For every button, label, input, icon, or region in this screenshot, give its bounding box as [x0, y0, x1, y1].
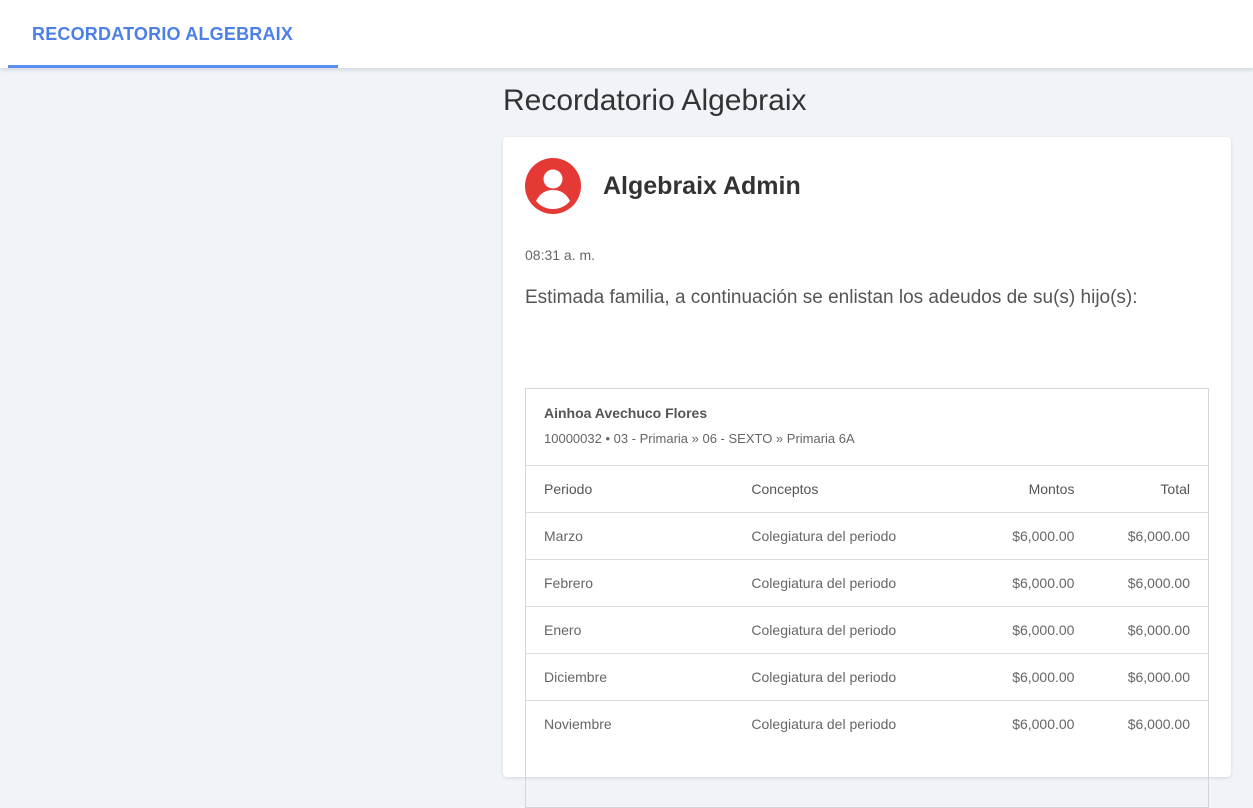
- cell-monto: $6,000.00: [955, 606, 1075, 654]
- cell-concepto: Colegiatura del periodo: [751, 559, 956, 607]
- cell-periodo: Diciembre: [526, 653, 752, 701]
- cell-concepto: Colegiatura del periodo: [751, 700, 956, 747]
- cell-total: $6,000.00: [1074, 700, 1208, 747]
- table-header-row: Periodo Conceptos Montos Total: [526, 465, 1208, 513]
- header-periodo: Periodo: [526, 465, 752, 513]
- student-info: 10000032 • 03 - Primaria » 06 - SEXTO » …: [544, 431, 855, 446]
- table-row: Marzo Colegiatura del periodo $6,000.00 …: [526, 512, 1208, 560]
- cell-monto: $6,000.00: [955, 512, 1075, 560]
- table-row: Noviembre Colegiatura del periodo $6,000…: [526, 700, 1208, 747]
- table-row: Enero Colegiatura del periodo $6,000.00 …: [526, 606, 1208, 654]
- cell-monto: $6,000.00: [955, 700, 1075, 747]
- cell-monto: $6,000.00: [955, 653, 1075, 701]
- top-bar: RECORDATORIO ALGEBRAIX: [0, 0, 1253, 68]
- sender-name: Algebraix Admin: [603, 172, 801, 200]
- header-conceptos: Conceptos: [751, 465, 956, 513]
- cell-total: $6,000.00: [1074, 653, 1208, 701]
- student-debts: Ainhoa Avechuco Flores 10000032 • 03 - P…: [525, 388, 1209, 808]
- cell-monto: $6,000.00: [955, 559, 1075, 607]
- user-circle-icon: [525, 158, 581, 214]
- cell-periodo: Enero: [526, 606, 752, 654]
- cell-periodo: Noviembre: [526, 700, 752, 747]
- tab-label: RECORDATORIO ALGEBRAIX: [32, 24, 294, 44]
- page-title: Recordatorio Algebraix: [503, 84, 807, 117]
- cell-periodo: Marzo: [526, 512, 752, 560]
- table-row: Diciembre Colegiatura del periodo $6,000…: [526, 653, 1208, 701]
- cell-total: $6,000.00: [1074, 606, 1208, 654]
- message-intro: Estimada familia, a continuación se enli…: [525, 287, 1138, 308]
- student-name: Ainhoa Avechuco Flores: [544, 405, 708, 421]
- cell-total: $6,000.00: [1074, 512, 1208, 560]
- header-total: Total: [1074, 465, 1208, 513]
- cell-concepto: Colegiatura del periodo: [751, 606, 956, 654]
- header-montos: Montos: [955, 465, 1075, 513]
- table-row: Febrero Colegiatura del periodo $6,000.0…: [526, 559, 1208, 607]
- cell-periodo: Febrero: [526, 559, 752, 607]
- tab-recordatorio[interactable]: RECORDATORIO ALGEBRAIX: [8, 0, 338, 68]
- cell-concepto: Colegiatura del periodo: [751, 512, 956, 560]
- message-time: 08:31 a. m.: [525, 247, 596, 263]
- cell-concepto: Colegiatura del periodo: [751, 653, 956, 701]
- debts-table: Periodo Conceptos Montos Total Marzo Col…: [526, 465, 1208, 747]
- message-card: Algebraix Admin 08:31 a. m. Estimada fam…: [503, 137, 1231, 808]
- cell-total: $6,000.00: [1074, 559, 1208, 607]
